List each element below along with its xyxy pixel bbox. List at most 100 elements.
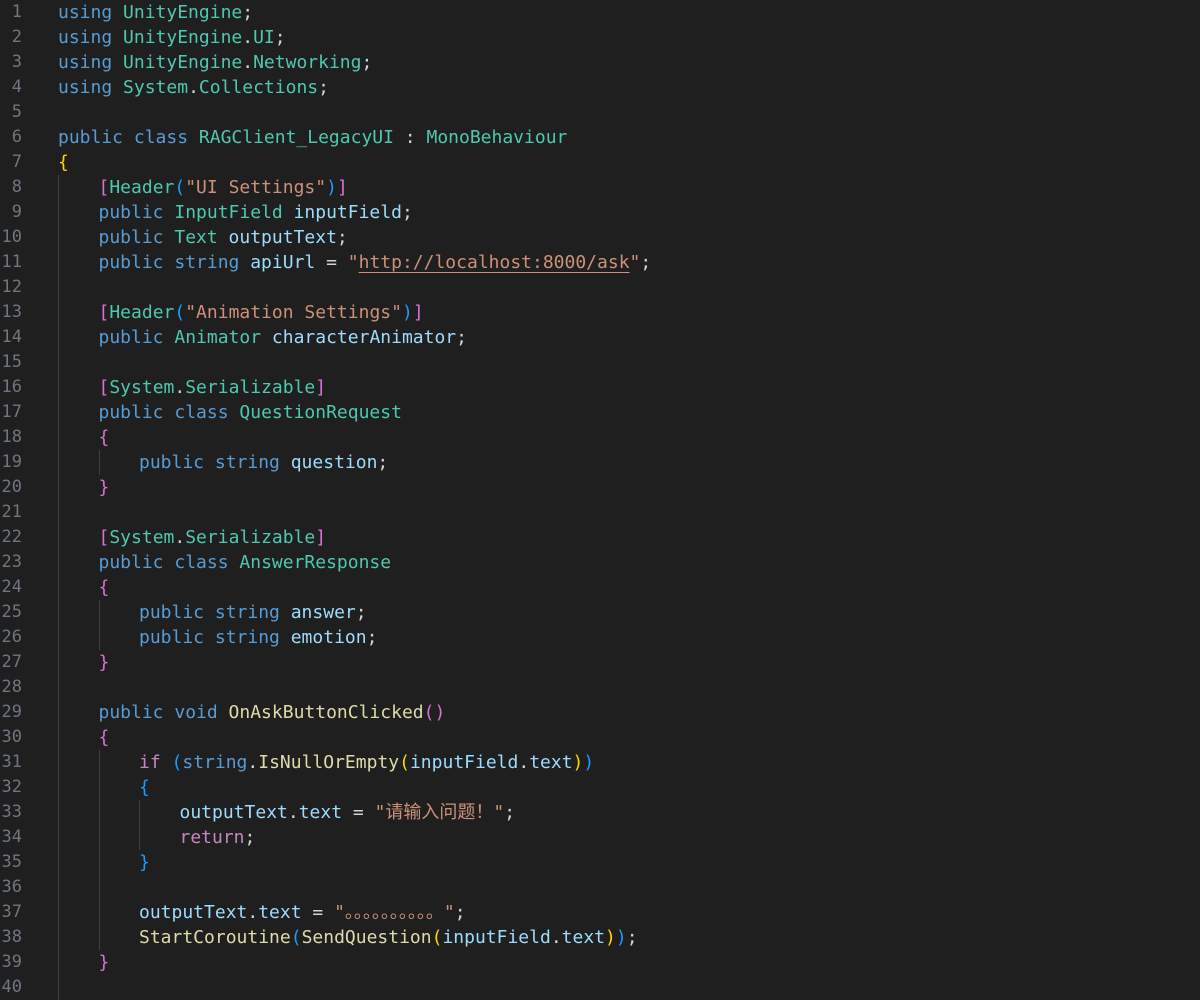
line-number: 40	[1, 977, 22, 997]
code-text: public class QuestionRequest	[99, 400, 402, 425]
code-line[interactable]: 17 public class QuestionRequest	[0, 400, 1200, 425]
line-number: 24	[1, 577, 22, 597]
code-line[interactable]: 35}	[0, 850, 1200, 875]
code-text: using UnityEngine.UI;	[58, 25, 286, 50]
code-token: .	[518, 752, 530, 773]
code-line[interactable]: 30 {	[0, 725, 1200, 750]
code-token: using	[58, 2, 124, 23]
code-line[interactable]: 18 {	[0, 425, 1200, 450]
code-line[interactable]: 38 StartCoroutine(SendQuestion(inputField…	[0, 925, 1200, 950]
code-line[interactable]: 40	[0, 975, 1200, 1000]
code-text: return;	[180, 825, 256, 850]
code-line[interactable]: 9 public InputField inputField;	[0, 200, 1200, 225]
code-line[interactable]: 23 public class AnswerResponse	[0, 550, 1200, 575]
code-line[interactable]: 34 return;	[0, 825, 1200, 850]
code-line[interactable]: 20}	[0, 475, 1200, 500]
code-line[interactable]: 39}	[0, 950, 1200, 975]
line-number: 23	[1, 552, 22, 572]
code-line[interactable]: 2 using UnityEngine.UI;	[0, 25, 1200, 50]
code-token: public	[58, 127, 134, 148]
code-line[interactable]: 3 using UnityEngine.Networking;	[0, 50, 1200, 75]
code-line[interactable]: 24 {	[0, 575, 1200, 600]
code-token: public	[98, 702, 175, 723]
code-token: apiUrl	[250, 252, 316, 273]
code-line[interactable]: 26 public string emotion;	[0, 625, 1200, 650]
code-token: MonoBehaviour	[426, 127, 568, 148]
code-token: ;	[626, 927, 638, 948]
line-number: 27	[1, 652, 22, 672]
code-line[interactable]: 21	[0, 500, 1200, 525]
code-token: }	[98, 652, 110, 673]
code-text: {	[99, 725, 110, 750]
code-token: (	[174, 302, 186, 323]
code-line[interactable]: 22 [System.Serializable]	[0, 525, 1200, 550]
code-line[interactable]: 14 public Animator characterAnimator;	[0, 325, 1200, 350]
code-line[interactable]: 31 if (string.IsNullOrEmpty(inputField.te…	[0, 750, 1200, 775]
code-line[interactable]: 19 public string question;	[0, 450, 1200, 475]
code-token: ;	[504, 802, 516, 823]
line-number: 3	[11, 52, 22, 72]
code-line[interactable]: 36	[0, 875, 1200, 900]
code-token: ;	[377, 452, 389, 473]
code-token: Header	[109, 177, 175, 198]
code-line[interactable]: 8 [Header("UI Settings")]	[0, 175, 1200, 200]
code-text: public string emotion;	[139, 625, 377, 650]
code-token: OnAskButtonClicked	[228, 702, 424, 723]
code-token: IsNullOrEmpty	[258, 752, 400, 773]
code-token: ]	[315, 527, 327, 548]
code-line[interactable]: 28	[0, 675, 1200, 700]
code-line[interactable]: 6 public class RAGClient_LegacyUI : MonoB…	[0, 125, 1200, 150]
code-token: question	[290, 452, 378, 473]
code-line[interactable]: 10 public Text outputText;	[0, 225, 1200, 250]
line-number: 9	[11, 202, 22, 222]
code-text: public string question;	[139, 450, 388, 475]
code-line[interactable]: 1 using UnityEngine;	[0, 0, 1200, 25]
code-token: "Animation Settings"	[185, 302, 402, 323]
code-line[interactable]: 13 [Header("Animation Settings")]	[0, 300, 1200, 325]
code-token: )	[605, 927, 616, 948]
code-line[interactable]: 5	[0, 100, 1200, 125]
line-number: 14	[1, 327, 22, 347]
code-token: text	[529, 752, 573, 773]
line-number: 4	[11, 77, 22, 97]
code-token: public	[139, 602, 215, 623]
code-line[interactable]: 27}	[0, 650, 1200, 675]
code-line[interactable]: 4 using System.Collections;	[0, 75, 1200, 100]
line-number: 20	[1, 477, 22, 497]
code-token: )	[583, 752, 595, 773]
line-number: 35	[1, 852, 22, 872]
code-line[interactable]: 16 [System.Serializable]	[0, 375, 1200, 400]
code-token: ;	[456, 327, 467, 348]
code-token: outputText	[179, 802, 288, 823]
code-line[interactable]: 25 public string answer;	[0, 600, 1200, 625]
code-token: System	[109, 527, 175, 548]
code-token: }	[98, 952, 110, 973]
code-token: ;	[355, 602, 367, 623]
code-token: .	[247, 752, 259, 773]
code-token: inputField	[442, 927, 551, 948]
code-token: "	[347, 252, 359, 273]
code-token: outputText	[139, 902, 248, 923]
code-token: ;	[242, 2, 254, 23]
code-line[interactable]: 33 outputText.text = "请输入问题！";	[0, 800, 1200, 825]
line-number: 29	[1, 702, 22, 722]
code-line[interactable]: 37 outputText.text = "。。。。。。。。。。";	[0, 900, 1200, 925]
code-line[interactable]: 32 {	[0, 775, 1200, 800]
code-token: =	[301, 902, 335, 923]
code-token: {	[98, 427, 110, 448]
code-token: .	[174, 377, 186, 398]
code-line[interactable]: 11 public string apiUrl = "http://localho…	[0, 250, 1200, 275]
code-token: UnityEngine	[123, 52, 243, 73]
code-line[interactable]: 12	[0, 275, 1200, 300]
code-text: public class RAGClient_LegacyUI : MonoBe…	[58, 125, 567, 150]
code-line[interactable]: 7{	[0, 150, 1200, 175]
line-number: 26	[1, 627, 22, 647]
code-editor[interactable]: 1 using UnityEngine; 2 using UnityEngine.UI…	[0, 0, 1200, 1000]
code-token: ]	[412, 302, 424, 323]
line-number: 16	[1, 377, 22, 397]
code-token: RAGClient_LegacyUI	[198, 127, 394, 148]
code-line[interactable]: 15	[0, 350, 1200, 375]
code-token: public	[98, 552, 175, 573]
code-text: }	[99, 950, 110, 975]
code-line[interactable]: 29 public void OnAskButtonClicked()	[0, 700, 1200, 725]
